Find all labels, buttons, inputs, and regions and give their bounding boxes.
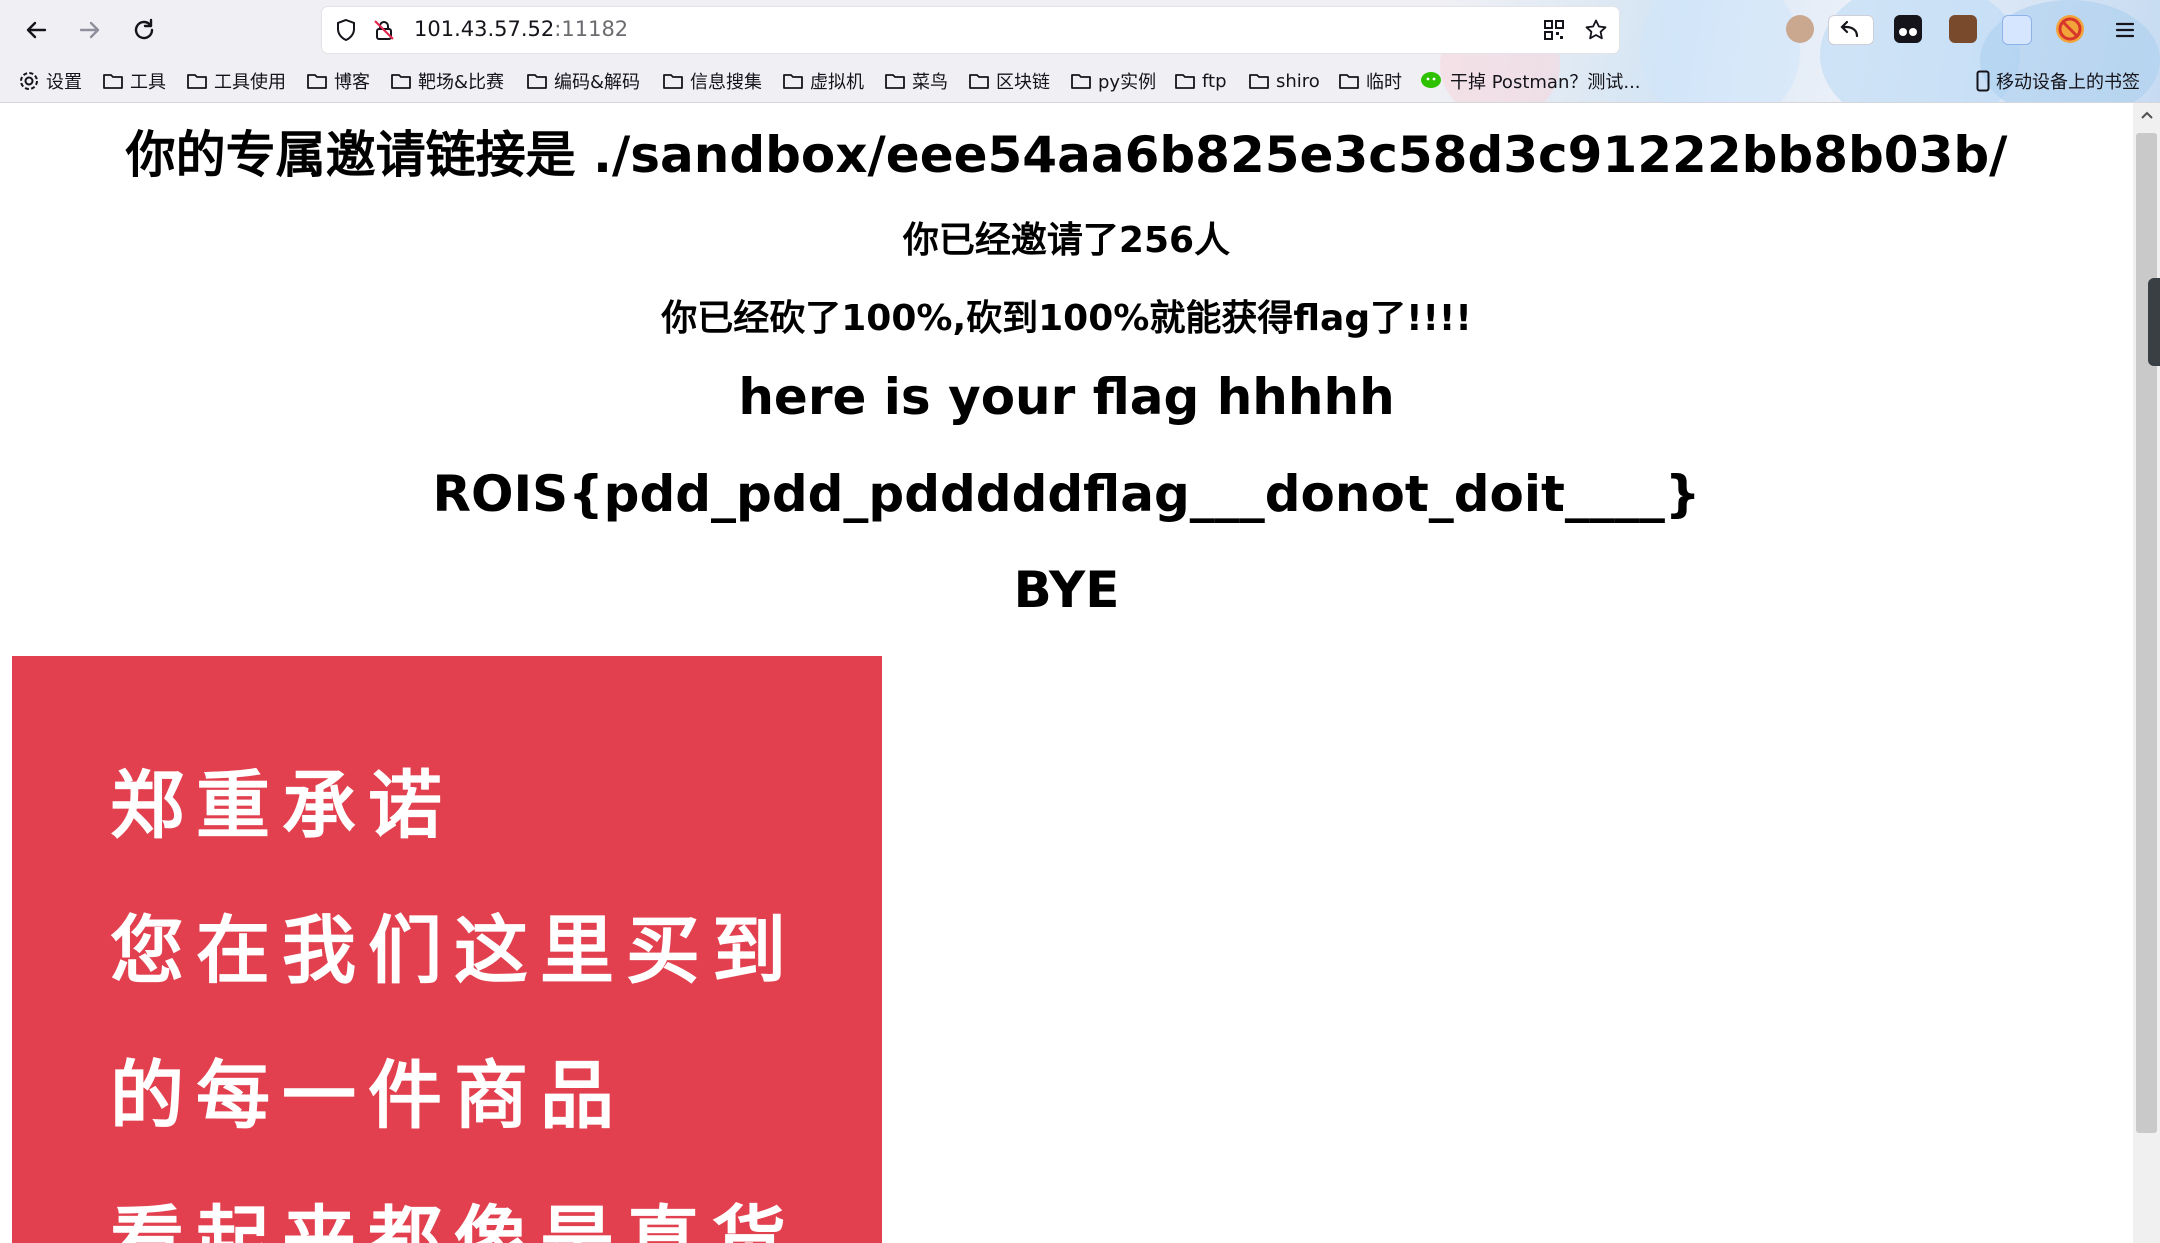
promo-line: 您在我们这里买到	[110, 908, 798, 994]
folder-icon	[1249, 74, 1269, 89]
folder-icon	[187, 74, 207, 89]
bookmark-folder-runoob[interactable]: 菜鸟	[884, 68, 948, 94]
mobile-bookmarks-label: 移动设备上的书签	[1996, 72, 2140, 93]
bookmark-label: 区块链	[996, 72, 1050, 93]
bookmark-label: py实例	[1098, 72, 1157, 93]
avatar-extension-icon[interactable]	[1786, 15, 1814, 43]
promo-image: 郑重承诺 您在我们这里买到 的每一件商品 看起来都像是真货	[12, 656, 882, 1243]
bookmark-folder-ftp[interactable]: ftp	[1174, 68, 1227, 94]
bookmark-folder-ctf[interactable]: 靶场&比赛	[390, 68, 504, 94]
bookmark-label: ftp	[1202, 70, 1227, 92]
translate-extension-icon[interactable]	[2002, 15, 2032, 45]
bookmark-folder-blockchain[interactable]: 区块链	[968, 68, 1050, 94]
shield-icon[interactable]	[334, 18, 358, 42]
arrow-right-icon	[79, 21, 100, 39]
browser-chrome: 101.43.57.52:11182 设置 工具 工具使用 博客 靶场&比赛 编…	[0, 0, 2160, 103]
qr-code-icon[interactable]	[1542, 18, 1566, 42]
bookmark-label: 设置	[46, 72, 82, 93]
invited-count-text: 你已经邀请了256人	[902, 220, 1231, 261]
folder-icon	[1339, 74, 1359, 89]
bookmark-label: 信息搜集	[690, 72, 762, 93]
arrow-left-icon	[26, 21, 47, 39]
chevron-up-icon	[2140, 111, 2153, 119]
bookmark-label: 工具	[130, 72, 166, 93]
bookmark-label: 菜鸟	[912, 72, 948, 93]
folder-icon	[663, 74, 683, 89]
flag-intro-heading: here is your flag hhhhh	[738, 368, 1395, 426]
bookmark-label: 靶场&比赛	[418, 72, 505, 93]
invite-link-heading: 你的专属邀请链接是 ./sandbox/eee54aa6b825e3c58d3c…	[125, 126, 2008, 184]
bookmark-folder-tool-usage[interactable]: 工具使用	[186, 68, 286, 94]
mobile-device-icon	[1976, 70, 1990, 92]
folder-icon	[885, 74, 905, 89]
bookmark-folder-recon[interactable]: 信息搜集	[662, 68, 762, 94]
bookmark-label: 临时	[1366, 72, 1402, 93]
url-text[interactable]: 101.43.57.52:11182	[414, 17, 628, 41]
insecure-lock-icon[interactable]	[372, 18, 396, 42]
promo-line: 看起来都像是真货	[110, 1198, 798, 1243]
folder-icon	[391, 74, 411, 89]
folder-icon	[1071, 74, 1091, 89]
side-panel-handle[interactable]	[2148, 278, 2160, 366]
bookmark-postman-article[interactable]: 干掉 Postman？测试...	[1420, 68, 1641, 94]
bookmark-label: 编码&解码	[554, 72, 641, 93]
promo-line: 的每一件商品	[110, 1053, 626, 1139]
reload-button[interactable]	[126, 12, 162, 48]
reload-icon	[134, 18, 154, 40]
flag-heading: ROIS{pdd_pdd_pdddddflag___donot_doit____…	[432, 465, 1701, 523]
hamburger-menu-icon	[2115, 22, 2135, 38]
bookmark-label: shiro	[1276, 70, 1320, 92]
bookmark-folder-temp[interactable]: 临时	[1338, 68, 1402, 94]
bookmark-label: 干掉 Postman？测试...	[1450, 72, 1641, 93]
url-port: :11182	[554, 17, 629, 41]
progress-text: 你已经砍了100%,砍到100%就能获得flag了!!!!	[661, 298, 1472, 339]
bookmarks-toolbar: 设置 工具 工具使用 博客 靶场&比赛 编码&解码 信息搜集 虚拟机 菜鸟 区块…	[0, 62, 2160, 100]
blocker-extension-icon[interactable]	[2056, 15, 2084, 43]
scroll-up-button[interactable]	[2133, 103, 2160, 127]
back-button[interactable]	[18, 12, 54, 48]
page-viewport: 你的专属邀请链接是 ./sandbox/eee54aa6b825e3c58d3c…	[0, 103, 2133, 1243]
folder-icon	[969, 74, 989, 89]
navigation-toolbar: 101.43.57.52:11182	[0, 0, 2160, 60]
address-bar[interactable]: 101.43.57.52:11182	[322, 7, 1619, 53]
folder-icon	[103, 74, 123, 89]
star-icon[interactable]	[1584, 18, 1608, 42]
promo-line: 郑重承诺	[110, 763, 454, 849]
bookmark-folder-blog[interactable]: 博客	[306, 68, 370, 94]
url-host: 101.43.57.52	[414, 17, 555, 41]
bookmark-folder-py[interactable]: py实例	[1070, 68, 1156, 94]
mobile-bookmarks[interactable]: 移动设备上的书签	[1976, 68, 2140, 94]
gear-icon	[20, 72, 38, 90]
photo-extension-icon[interactable]	[1949, 15, 1977, 43]
folder-icon	[1175, 74, 1195, 89]
bookmark-folder-vm[interactable]: 虚拟机	[782, 68, 864, 94]
bookmark-label: 博客	[334, 72, 370, 93]
wechat-icon	[1421, 72, 1441, 88]
incognito-extension-icon[interactable]	[1894, 15, 1922, 43]
bye-heading: BYE	[1013, 561, 1120, 619]
bookmark-label: 虚拟机	[810, 72, 864, 93]
forward-button[interactable]	[72, 12, 108, 48]
bookmark-settings[interactable]: 设置	[18, 68, 82, 94]
app-menu-button[interactable]	[2107, 12, 2143, 48]
undo-extension-icon[interactable]	[1828, 15, 1874, 45]
folder-icon	[527, 74, 547, 89]
bookmark-folder-encoding[interactable]: 编码&解码	[526, 68, 640, 94]
folder-icon	[783, 74, 803, 89]
folder-icon	[307, 74, 327, 89]
bookmark-folder-tools[interactable]: 工具	[102, 68, 166, 94]
vertical-scrollbar[interactable]	[2133, 103, 2160, 1243]
bookmark-folder-shiro[interactable]: shiro	[1248, 68, 1320, 94]
bookmark-label: 工具使用	[214, 72, 286, 93]
